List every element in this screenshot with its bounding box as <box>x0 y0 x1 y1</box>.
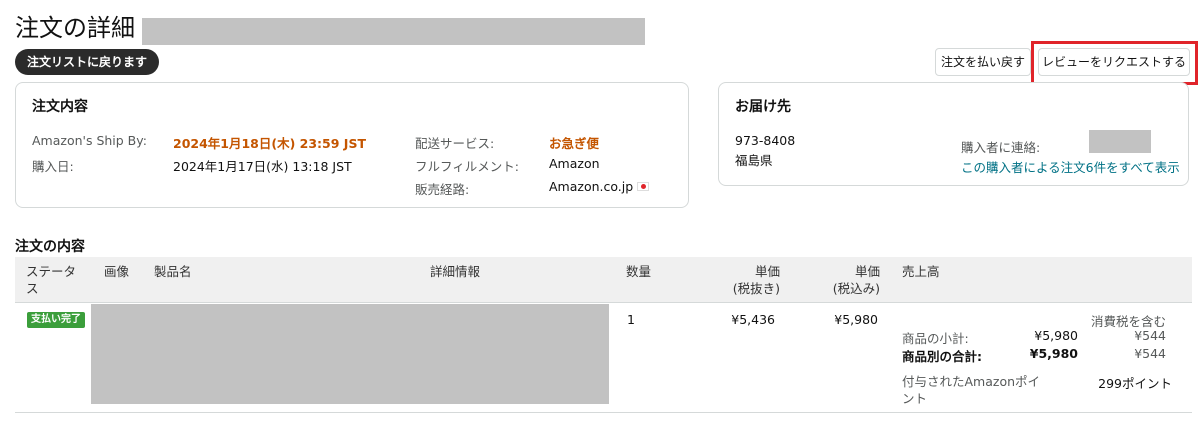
sales-channel-label: 販売経路: <box>415 182 470 197</box>
shipping-service-value: お急ぎ便 <box>549 136 600 151</box>
points-label-line1: 付与されたAmazonポイ <box>902 374 1041 389</box>
col-unit-price-ex: 単価 (税抜き) <box>720 263 780 297</box>
ship-to-card: お届け先 973-8408 福島県 購入者に連絡: この購入者による注文6件をす… <box>718 82 1189 186</box>
contact-buyer-label: 購入者に連絡: <box>961 140 1041 155</box>
prefecture: 福島県 <box>735 153 773 168</box>
col-unit-price-ex-line1: 単価 <box>754 264 780 279</box>
col-details: 詳細情報 <box>430 264 481 279</box>
col-product-name: 製品名 <box>154 264 192 279</box>
col-sales: 売上高 <box>902 264 940 279</box>
subtotal-tax: ¥544 <box>1134 328 1166 343</box>
subtotal-value: ¥5,980 <box>1034 328 1078 343</box>
ship-by-value: 2024年1月18日(木) 23:59 JST <box>173 136 366 151</box>
unit-price-in-value: ¥5,980 <box>834 312 878 327</box>
redacted-product-info <box>91 304 609 404</box>
refund-order-button[interactable]: 注文を払い戻す <box>935 48 1031 76</box>
sales-channel-row: Amazon.co.jp <box>549 179 650 194</box>
row-divider <box>15 412 1192 413</box>
shipping-service-label: 配送サービス: <box>415 136 495 151</box>
purchase-date-label: 購入日: <box>32 159 74 174</box>
col-unit-price-ex-line2: (税抜き) <box>732 281 780 296</box>
postal-code: 973-8408 <box>735 133 796 148</box>
japan-flag-icon <box>637 182 650 191</box>
col-status-line1: ステータ <box>26 264 77 279</box>
status-badge: 支払い完了 <box>27 312 85 328</box>
points-value: 299ポイント <box>1098 376 1172 391</box>
ship-to-heading: お届け先 <box>735 99 791 115</box>
col-unit-price-in: 単価 (税込み) <box>820 263 880 297</box>
col-status-line2: ス <box>26 281 39 296</box>
back-to-orders-button[interactable]: 注文リストに戻ります <box>15 49 160 75</box>
highlight-box <box>1031 41 1198 85</box>
quantity-value: 1 <box>627 312 635 327</box>
col-image: 画像 <box>104 264 130 279</box>
item-total-value: ¥5,980 <box>1029 346 1078 361</box>
redacted-order-id <box>142 18 645 45</box>
fulfillment-value: Amazon <box>549 156 600 171</box>
col-status: ステータ ス <box>26 263 76 297</box>
ship-by-label: Amazon's Ship By: <box>32 133 147 148</box>
points-label: 付与されたAmazonポイ ント <box>902 373 1040 407</box>
order-summary-card: 注文内容 Amazon's Ship By: 2024年1月18日(木) 23:… <box>15 82 689 208</box>
order-items-heading: 注文の内容 <box>15 239 85 255</box>
col-unit-price-in-line2: (税込み) <box>832 281 880 296</box>
sales-channel-value: Amazon.co.jp <box>549 179 634 194</box>
page-title: 注文の詳細 <box>15 14 135 42</box>
items-table-header: ステータ ス 画像 製品名 詳細情報 数量 単価 (税抜き) 単価 (税込み) … <box>15 257 1192 303</box>
subtotal-label: 商品の小計: <box>902 331 969 346</box>
col-unit-price-in-line1: 単価 <box>854 264 880 279</box>
item-total-tax: ¥544 <box>1134 346 1166 361</box>
redacted-contact <box>1089 130 1151 153</box>
order-summary-heading: 注文内容 <box>32 99 88 115</box>
item-total-label: 商品別の合計: <box>902 349 982 364</box>
points-label-line2: ント <box>902 391 928 406</box>
buyer-orders-link[interactable]: この購入者による注文6件をすべて表示 <box>961 157 1180 176</box>
unit-price-ex-value: ¥5,436 <box>731 312 775 327</box>
col-quantity: 数量 <box>626 264 652 279</box>
fulfillment-label: フルフィルメント: <box>415 159 519 174</box>
purchase-date-value: 2024年1月17日(水) 13:18 JST <box>173 159 352 174</box>
